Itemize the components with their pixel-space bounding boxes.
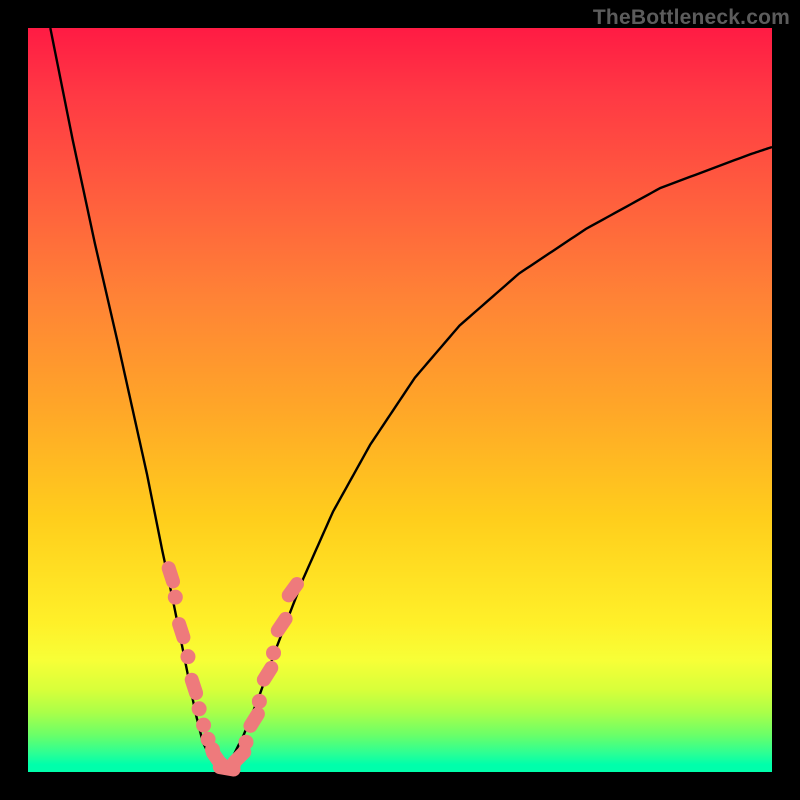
chart-frame: TheBottleneck.com <box>0 0 800 800</box>
curve-right-branch <box>221 147 772 772</box>
curve-layer <box>50 28 772 772</box>
marker-dot-3 <box>180 649 195 664</box>
marker-pill-2 <box>170 615 192 646</box>
marker-pill-17 <box>254 658 281 689</box>
marker-dot-6 <box>196 718 211 733</box>
marker-dot-1 <box>168 590 183 605</box>
marker-dot-14 <box>238 735 253 750</box>
watermark-text: TheBottleneck.com <box>593 6 790 30</box>
marker-pill-0 <box>160 559 182 590</box>
marker-layer <box>160 559 307 777</box>
marker-pill-4 <box>183 671 205 702</box>
plot-area <box>28 28 772 772</box>
marker-dot-16 <box>252 694 267 709</box>
chart-svg <box>28 28 772 772</box>
marker-dot-18 <box>266 645 281 660</box>
curve-left-branch <box>50 28 221 772</box>
marker-pill-19 <box>268 609 295 640</box>
marker-dot-5 <box>192 701 207 716</box>
